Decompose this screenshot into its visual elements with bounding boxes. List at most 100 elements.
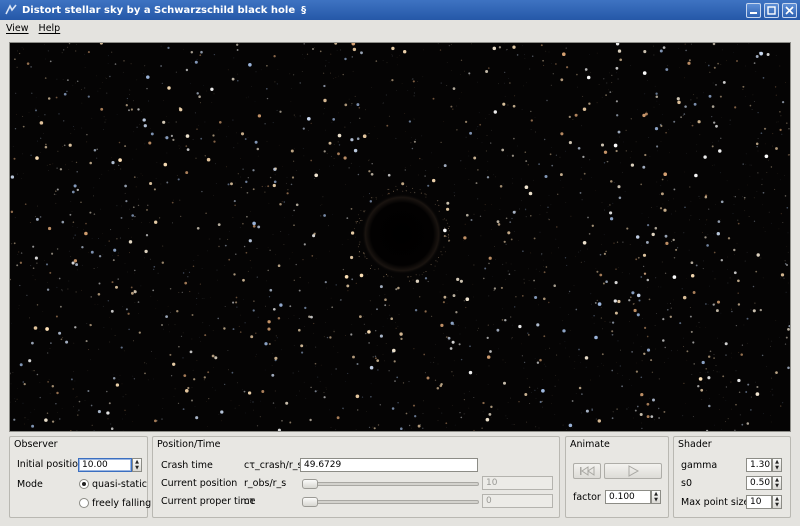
star	[745, 153, 747, 155]
star	[204, 155, 206, 157]
star	[738, 188, 740, 190]
initial-position-stepper[interactable]: ▲ ▼	[132, 458, 142, 472]
star	[172, 138, 175, 141]
star	[463, 300, 465, 302]
star	[545, 266, 548, 268]
star	[260, 69, 262, 71]
star	[581, 393, 583, 395]
star	[772, 133, 774, 135]
star	[36, 262, 38, 264]
initial-position-input[interactable]: 10.00	[78, 458, 132, 472]
lensed-star	[387, 188, 389, 190]
star	[658, 417, 660, 419]
star	[705, 303, 707, 305]
star	[53, 193, 56, 195]
mode-radio-quasi-static[interactable]	[79, 479, 89, 489]
star	[317, 390, 319, 391]
star	[469, 74, 470, 76]
star	[45, 263, 49, 266]
star	[213, 140, 216, 143]
star	[565, 47, 567, 49]
star	[383, 170, 385, 172]
lensed-star	[430, 264, 432, 266]
menu-view[interactable]: View	[6, 23, 29, 34]
star	[196, 303, 197, 305]
star	[505, 279, 507, 280]
star	[480, 235, 482, 237]
star	[11, 243, 13, 245]
rewind-button[interactable]	[573, 463, 601, 479]
star	[21, 177, 23, 179]
mode-option-quasi-static[interactable]: quasi-static	[92, 479, 147, 490]
star	[84, 53, 85, 55]
star	[529, 402, 531, 405]
star	[190, 51, 194, 54]
factor-stepper[interactable]: ▲ ▼	[651, 490, 661, 504]
star	[609, 217, 614, 221]
position-time-group-title: Position/Time	[157, 439, 221, 450]
star	[566, 429, 567, 430]
star	[656, 205, 658, 207]
star	[658, 193, 660, 195]
factor-input[interactable]: 0.100	[605, 490, 651, 504]
star	[744, 65, 746, 67]
current-proper-time-slider-track[interactable]	[302, 500, 479, 504]
gamma-stepper[interactable]: ▲ ▼	[772, 458, 782, 472]
star	[350, 104, 352, 106]
star	[671, 240, 673, 243]
star	[742, 85, 745, 88]
star	[490, 142, 492, 144]
mode-radio-freely-falling[interactable]	[79, 498, 89, 508]
play-button[interactable]	[604, 463, 662, 479]
app-icon[interactable]	[4, 3, 18, 17]
star	[236, 49, 239, 51]
star	[133, 273, 135, 275]
star	[611, 369, 614, 372]
star	[111, 281, 114, 284]
star	[140, 222, 142, 223]
chevron-down-icon[interactable]: ▼	[773, 483, 781, 489]
mode-option-freely-falling[interactable]: freely falling	[92, 498, 151, 509]
star	[325, 84, 327, 86]
gamma-input[interactable]: 1.30	[746, 458, 772, 472]
close-button[interactable]	[782, 2, 797, 18]
star	[16, 66, 18, 68]
star	[667, 65, 669, 67]
star	[785, 246, 787, 247]
sky-view[interactable]	[9, 42, 791, 432]
star	[217, 223, 221, 227]
star	[107, 55, 109, 57]
star	[617, 340, 619, 342]
minimize-button[interactable]	[746, 2, 761, 18]
current-position-slider-track[interactable]	[302, 482, 479, 486]
star	[421, 135, 423, 137]
star	[102, 233, 103, 235]
star	[530, 119, 533, 122]
star	[712, 142, 713, 143]
star	[460, 416, 463, 419]
current-position-slider-handle[interactable]	[302, 479, 318, 489]
star	[387, 173, 391, 177]
current-proper-time-slider-handle[interactable]	[302, 497, 318, 507]
crash-time-field[interactable]: 49.6729	[300, 458, 478, 472]
star	[329, 336, 332, 339]
star	[78, 409, 80, 411]
star	[682, 415, 684, 417]
s0-input[interactable]: 0.50	[746, 476, 772, 490]
max-point-size-input[interactable]: 10	[746, 495, 772, 509]
max-point-size-stepper[interactable]: ▲ ▼	[772, 495, 782, 509]
star	[311, 47, 315, 51]
lensed-star	[445, 219, 447, 221]
chevron-down-icon[interactable]: ▼	[652, 497, 660, 503]
chevron-down-icon[interactable]: ▼	[773, 502, 781, 508]
chevron-down-icon[interactable]: ▼	[773, 465, 781, 471]
s0-stepper[interactable]: ▲ ▼	[772, 476, 782, 490]
star	[704, 382, 706, 384]
chevron-down-icon[interactable]: ▼	[133, 465, 141, 471]
star	[447, 339, 449, 341]
star	[35, 156, 39, 160]
maximize-button[interactable]	[764, 2, 779, 18]
star	[146, 75, 150, 79]
star	[111, 157, 112, 158]
menu-help[interactable]: Help	[39, 23, 61, 34]
